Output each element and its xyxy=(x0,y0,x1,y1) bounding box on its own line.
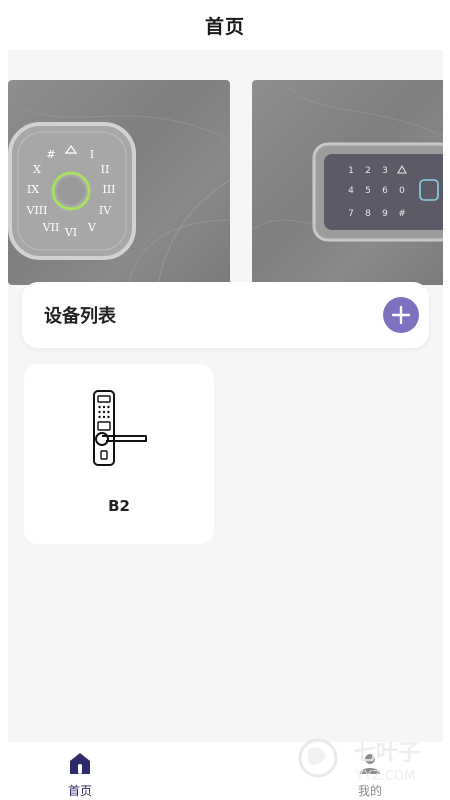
key-hash: # xyxy=(46,148,55,161)
device-list-title: 设备列表 xyxy=(44,306,116,327)
keypad-key: 4 xyxy=(348,186,354,196)
keypad-key: 9 xyxy=(382,209,388,219)
key-3: III xyxy=(102,183,115,196)
keypad-key: 3 xyxy=(382,166,388,176)
key-4: IV xyxy=(99,204,112,217)
device-card[interactable]: B2 xyxy=(24,364,214,544)
page-title: 首页 xyxy=(204,15,245,38)
key-6: VI xyxy=(64,226,77,239)
keypad-key: 6 xyxy=(382,186,388,196)
keypad-key: 8 xyxy=(365,209,371,219)
tab-mine[interactable]: 我的 xyxy=(325,742,415,800)
keypad-lock-illustration: 1 2 3 4 5 6 0 7 8 9 # xyxy=(252,80,443,242)
keypad-key: # xyxy=(398,209,406,219)
device-list-header: 设备列表 xyxy=(22,282,429,348)
key-1: I xyxy=(90,148,94,161)
tab-mine-label: 我的 xyxy=(357,784,382,798)
device-name: B2 xyxy=(108,497,130,515)
key-2: II xyxy=(101,163,110,176)
key-8: VIII xyxy=(26,204,48,217)
keypad-key: 7 xyxy=(348,209,354,219)
user-icon xyxy=(358,750,382,776)
app-header: 首页 xyxy=(0,0,450,50)
banner-slide-keypad-lock[interactable]: 1 2 3 4 5 6 0 7 8 9 # xyxy=(252,80,443,285)
key-9: IX xyxy=(27,183,39,196)
add-device-button[interactable] xyxy=(383,297,419,333)
plus-icon xyxy=(391,305,411,325)
key-7: VII xyxy=(42,221,60,234)
keypad-key: 2 xyxy=(365,166,371,176)
keypad-key: 1 xyxy=(348,166,354,176)
home-content[interactable]: # I II III IV V VI VII VIII IX X 1 2 3 4… xyxy=(8,50,443,742)
tab-home[interactable]: 首页 xyxy=(35,742,125,800)
door-lock-icon xyxy=(93,390,147,466)
keypad-key: 0 xyxy=(399,186,405,196)
key-10: X xyxy=(33,163,41,176)
round-lock-illustration: # I II III IV V VI VII VIII IX X xyxy=(8,99,230,285)
key-5: V xyxy=(87,221,97,234)
banner-slide-round-lock[interactable]: # I II III IV V VI VII VIII IX X xyxy=(8,80,230,285)
banner-carousel[interactable]: # I II III IV V VI VII VIII IX X 1 2 3 4… xyxy=(8,80,443,285)
keypad-key: 5 xyxy=(365,186,371,196)
home-icon xyxy=(68,750,92,776)
bottom-tab-bar: 首页 我的 xyxy=(8,742,443,800)
tab-home-label: 首页 xyxy=(67,784,92,798)
